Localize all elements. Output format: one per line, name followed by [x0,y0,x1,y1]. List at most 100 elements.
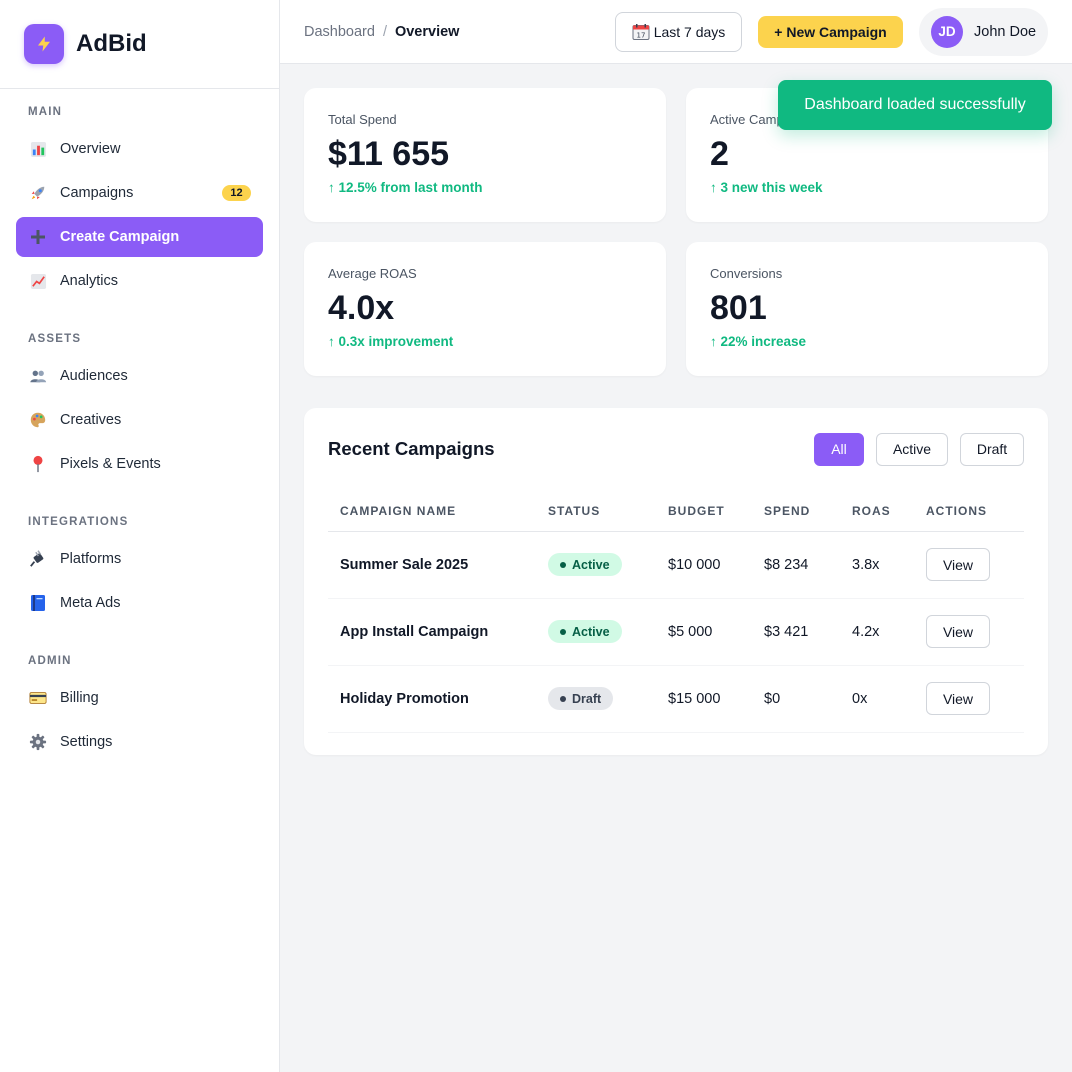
sidebar-item-label: Platforms [60,551,122,567]
column-header-budget[interactable]: BUDGET [656,491,752,532]
status-badge: Draft [548,687,614,710]
view-campaign-button[interactable]: View [926,548,990,581]
svg-text:17: 17 [636,31,645,39]
new-campaign-button[interactable]: + New Campaign [758,15,903,48]
campaign-spend: $8 234 [752,531,840,599]
sidebar-nav: MAIN Overview Campaigns 12 Create Campai… [0,89,279,782]
table-row: App Install Campaign Active $5 000 $3 42… [328,598,1024,666]
breadcrumb-dashboard-link[interactable]: Dashboard [304,24,375,40]
breadcrumb: Dashboard / Overview [304,24,459,40]
table-header-row: CAMPAIGN NAME STATUS BUDGET SPEND ROAS A… [328,491,1024,532]
column-header-status[interactable]: STATUS [536,491,656,532]
sidebar: AdBid MAIN Overview Campaigns 12 Create … [0,0,280,1072]
campaign-name: App Install Campaign [328,598,536,666]
stat-change: ↑ 12.5% from last month [328,180,483,195]
date-range-button[interactable]: 17 Last 7 days [615,11,742,52]
status-text: Active [572,557,610,572]
campaigns-count-badge: 12 [222,185,251,201]
sidebar-item-analytics[interactable]: Analytics [16,261,263,301]
sidebar-item-meta-ads[interactable]: Meta Ads [16,583,263,623]
sidebar-item-label: Meta Ads [60,595,121,611]
sidebar-item-label: Overview [60,141,121,157]
palette-icon [28,410,48,430]
stat-card-conversions: Conversions 801 ↑ 22% increase [686,242,1048,376]
filter-all-button[interactable]: All [814,432,864,466]
brand-name: AdBid [76,30,147,57]
column-header-actions: ACTIONS [914,491,1024,532]
stat-label: Average ROAS [328,266,417,281]
column-header-campaign-name[interactable]: CAMPAIGN NAME [328,491,536,532]
stat-label: Total Spend [328,112,397,127]
status-text: Active [572,624,610,639]
filter-active-button[interactable]: Active [876,432,948,466]
sidebar-item-campaigns[interactable]: Campaigns 12 [16,173,263,213]
main-area: Dashboard / Overview 17 Last 7 days + Ne… [280,0,1072,1072]
status-text: Draft [572,691,602,706]
stat-label: Conversions [710,266,783,281]
date-range-label: Last 7 days [653,23,726,40]
people-icon [28,366,48,386]
stat-value: 4.0x [328,289,395,327]
campaign-roas: 0x [840,665,914,733]
sidebar-item-create-campaign[interactable]: Create Campaign [16,217,263,257]
stat-value: 801 [710,289,767,327]
user-menu[interactable]: JD John Doe [919,7,1048,56]
recent-campaigns-title: Recent Campaigns [328,438,495,459]
credit-card-icon [28,688,48,708]
column-header-spend[interactable]: SPEND [752,491,840,532]
table-row: Holiday Promotion Draft $15 000 $0 0x Vi… [328,665,1024,733]
sidebar-item-platforms[interactable]: Platforms [16,539,263,579]
status-badge: Active [548,620,622,643]
sidebar-item-pixels-events[interactable]: Pixels & Events [16,444,263,484]
sidebar-item-overview[interactable]: Overview [16,129,263,169]
sidebar-item-audiences[interactable]: Audiences [16,356,263,396]
book-icon [28,593,48,613]
status-dot-icon [560,695,566,702]
campaign-filters: All Active Draft [802,432,1024,466]
lightning-icon [24,24,64,64]
status-badge: Active [548,553,622,576]
status-dot-icon [560,628,566,635]
section-title-main: MAIN [28,106,63,118]
filter-draft-button[interactable]: Draft [960,432,1024,466]
campaign-spend: $3 421 [752,598,840,666]
sidebar-item-billing[interactable]: Billing [16,678,263,718]
bar-chart-icon [28,139,48,159]
view-campaign-button[interactable]: View [926,682,990,715]
topbar: Dashboard / Overview 17 Last 7 days + Ne… [280,0,1072,64]
stat-value: 2 [710,135,729,173]
campaigns-table: CAMPAIGN NAME STATUS BUDGET SPEND ROAS A… [328,491,1024,733]
section-title-assets: ASSETS [28,333,82,345]
sidebar-item-label: Analytics [60,273,119,289]
campaign-name: Summer Sale 2025 [328,531,536,599]
plus-icon [28,227,48,247]
breadcrumb-separator: / [382,23,387,40]
stat-change: ↑ 0.3x improvement [328,334,454,349]
sidebar-item-settings[interactable]: Settings [16,722,263,762]
plug-icon [28,549,48,569]
campaign-budget: $5 000 [656,598,752,666]
status-dot-icon [560,561,566,568]
stat-card-total-spend: Total Spend $11 655 ↑ 12.5% from last mo… [304,88,666,222]
stat-card-average-roas: Average ROAS 4.0x ↑ 0.3x improvement [304,242,666,376]
dashboard-content: Total Spend $11 655 ↑ 12.5% from last mo… [280,64,1072,779]
campaign-roas: 4.2x [840,598,914,666]
gear-icon [28,732,48,752]
user-name: John Doe [974,23,1037,40]
stats-grid: Total Spend $11 655 ↑ 12.5% from last mo… [304,88,1048,376]
trending-up-icon [28,271,48,291]
stat-change: ↑ 3 new this week [710,180,823,195]
table-row: Summer Sale 2025 Active $10 000 $8 234 3… [328,531,1024,599]
sidebar-item-creatives[interactable]: Creatives [16,400,263,440]
brand[interactable]: AdBid [0,0,279,89]
pin-icon [28,454,48,474]
sidebar-item-label: Creatives [60,412,122,428]
column-header-roas[interactable]: ROAS [840,491,914,532]
success-toast[interactable]: Dashboard loaded successfully [778,80,1052,130]
campaign-spend: $0 [752,665,840,733]
calendar-icon: 17 [632,23,650,41]
sidebar-item-label: Pixels & Events [60,456,161,472]
avatar: JD [931,15,963,48]
breadcrumb-current: Overview [394,23,460,40]
view-campaign-button[interactable]: View [926,615,990,648]
